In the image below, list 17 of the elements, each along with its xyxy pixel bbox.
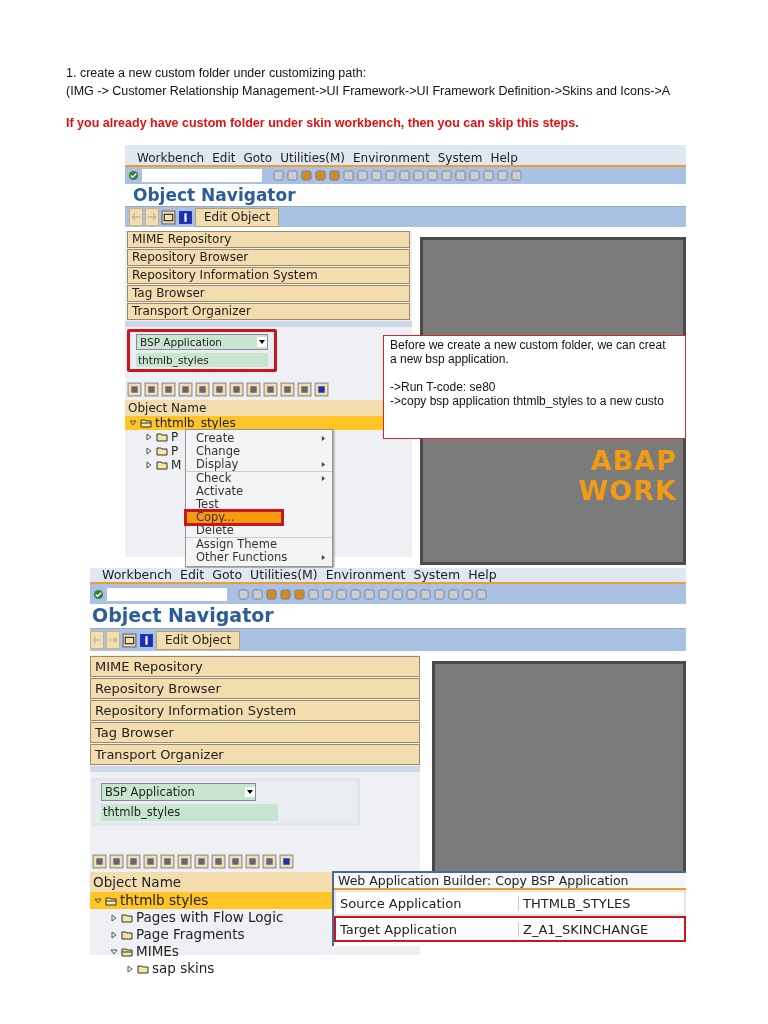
splash-text: WORK	[578, 476, 677, 506]
tree-label: thtmlb_styles	[155, 416, 236, 430]
tree-label: MIMEs	[136, 943, 179, 960]
step-text: 1. create a new custom folder under customizing path:	[66, 65, 368, 82]
path-text: (IMG -> Customer Relationship Management->UI Framework->UI Framework Definition->Skins and Icons->A	[66, 83, 672, 100]
tree-label: Page Fragments	[136, 926, 245, 943]
tree-label: P	[171, 444, 179, 458]
tree-label: sap skins	[152, 960, 215, 977]
tree-label: M	[171, 458, 182, 472]
splash-text: ABAP	[590, 446, 677, 476]
field-label: Target Application	[339, 921, 458, 937]
tree-label: thtmlb styles	[120, 892, 209, 909]
tree-label: Pages with Flow Logic	[136, 909, 284, 926]
tree-label: P	[171, 430, 179, 444]
callout-note: Before we create a new custom folder, we can creat a new bsp application. ->Run T-code: se80 ->copy bsp application thtmlb_styles to a new custo	[383, 335, 686, 439]
dialog-title: Web Application Builder: Copy BSP Application	[334, 873, 686, 890]
note-text: If you already have custom folder under skin workbench, then you can skip this steps.	[65, 115, 580, 132]
